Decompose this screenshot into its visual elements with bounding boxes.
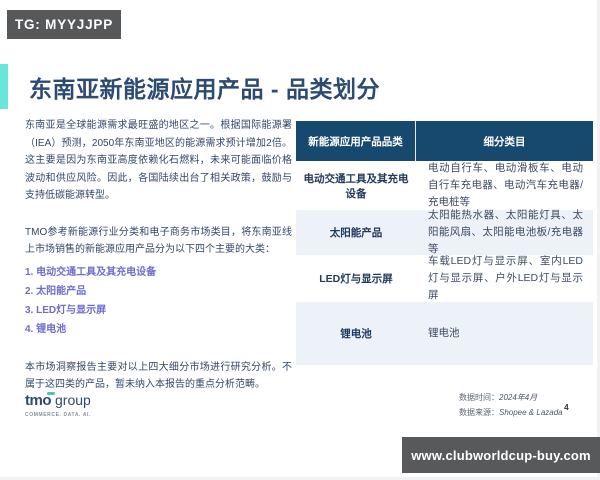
table-header-subcategory: 细分类目 (416, 121, 593, 161)
telegram-badge: TG: MYYJJPP (7, 10, 121, 39)
table-cell-subcategories: 电动自行车、电动滑板车、电动自行车充电器、电动汽车充电器/充电桩等 (416, 161, 593, 210)
intro-paragraph-2: TMO参考新能源行业分类和电子商务市场类目，将东南亚线上市场销售的新能源应用产品… (25, 224, 292, 259)
data-source-label: 数据来源： (459, 408, 499, 417)
logo-tagline: COMMERCE. DATA. AI. (25, 412, 91, 418)
table-cell-subcategories: 车载LED灯与显示屏、室内LED灯与显示屏、户外LED灯与显示屏 (416, 255, 593, 302)
data-source-line: 数据来源：Shopee & Lazada (459, 405, 563, 420)
intro-text-column: 东南亚是全球能源需求最旺盛的地区之一。根据国际能源署（IEA）预测，2050年东… (25, 117, 292, 394)
table-row: LED灯与显示屏 车载LED灯与显示屏、室内LED灯与显示屏、户外LED灯与显示… (296, 255, 593, 302)
table-row: 电动交通工具及其充电设备 电动自行车、电动滑板车、电动自行车充电器、电动汽车充电… (296, 161, 593, 210)
data-time-label: 数据时间： (459, 393, 499, 402)
category-list-item-1: 1. 电动交通工具及其充电设备 (25, 267, 292, 278)
table-cell-category: 电动交通工具及其充电设备 (296, 161, 416, 210)
data-source-value: Shopee & Lazada (499, 408, 563, 417)
logo-teal-accent (47, 392, 55, 395)
table-cell-category: 锂电池 (296, 302, 416, 365)
table-row: 太阳能产品 太阳能热水器、太阳能灯具、太阳能风扇、太阳能电池板/充电器等 (296, 210, 593, 255)
page-title: 东南亚新能源应用产品 - 品类划分 (29, 70, 569, 104)
table-cell-category: LED灯与显示屏 (296, 255, 416, 302)
slide-page: TG: MYYJJPP 东南亚新能源应用产品 - 品类划分 东南亚是全球能源需求… (0, 0, 600, 480)
tmo-group-logo-text: tmogroup (25, 392, 91, 410)
category-list-item-2: 2. 太阳能产品 (25, 286, 292, 297)
page-number: 4 (564, 402, 569, 412)
category-table: 新能源应用产品品类 细分类目 电动交通工具及其充电设备 电动自行车、电动滑板车、… (296, 121, 593, 365)
data-time-value: 2024年4月 (499, 393, 537, 402)
table-cell-category: 太阳能产品 (296, 210, 416, 255)
watermark-url-banner: www.clubworldcup-buy.com (402, 437, 600, 473)
table-header-row: 新能源应用产品品类 细分类目 (296, 121, 593, 161)
data-source-info: 数据时间：2024年4月 数据来源：Shopee & Lazada (459, 390, 563, 420)
data-time-line: 数据时间：2024年4月 (459, 390, 563, 405)
logo-tmo-text: tmo (25, 392, 51, 409)
intro-paragraph-3: 本市场洞察报告主要对以上四大细分市场进行研究分析。不属于这四类的产品，暂未纳入本… (25, 359, 292, 394)
table-cell-subcategories: 锂电池 (416, 302, 593, 365)
tmo-group-logo: tmogroup COMMERCE. DATA. AI. (25, 392, 91, 418)
logo-group-text: group (55, 392, 91, 408)
intro-paragraph-1: 东南亚是全球能源需求最旺盛的地区之一。根据国际能源署（IEA）预测，2050年东… (25, 117, 292, 205)
table-cell-subcategories: 太阳能热水器、太阳能灯具、太阳能风扇、太阳能电池板/充电器等 (416, 210, 593, 255)
title-accent-bar (0, 64, 8, 109)
category-list-item-4: 4. 锂电池 (25, 324, 292, 335)
category-list: 1. 电动交通工具及其充电设备 2. 太阳能产品 3. LED灯与显示屏 4. … (25, 267, 292, 335)
table-row: 锂电池 锂电池 (296, 302, 593, 365)
table-header-category: 新能源应用产品品类 (296, 121, 416, 161)
category-list-item-3: 3. LED灯与显示屏 (25, 305, 292, 316)
